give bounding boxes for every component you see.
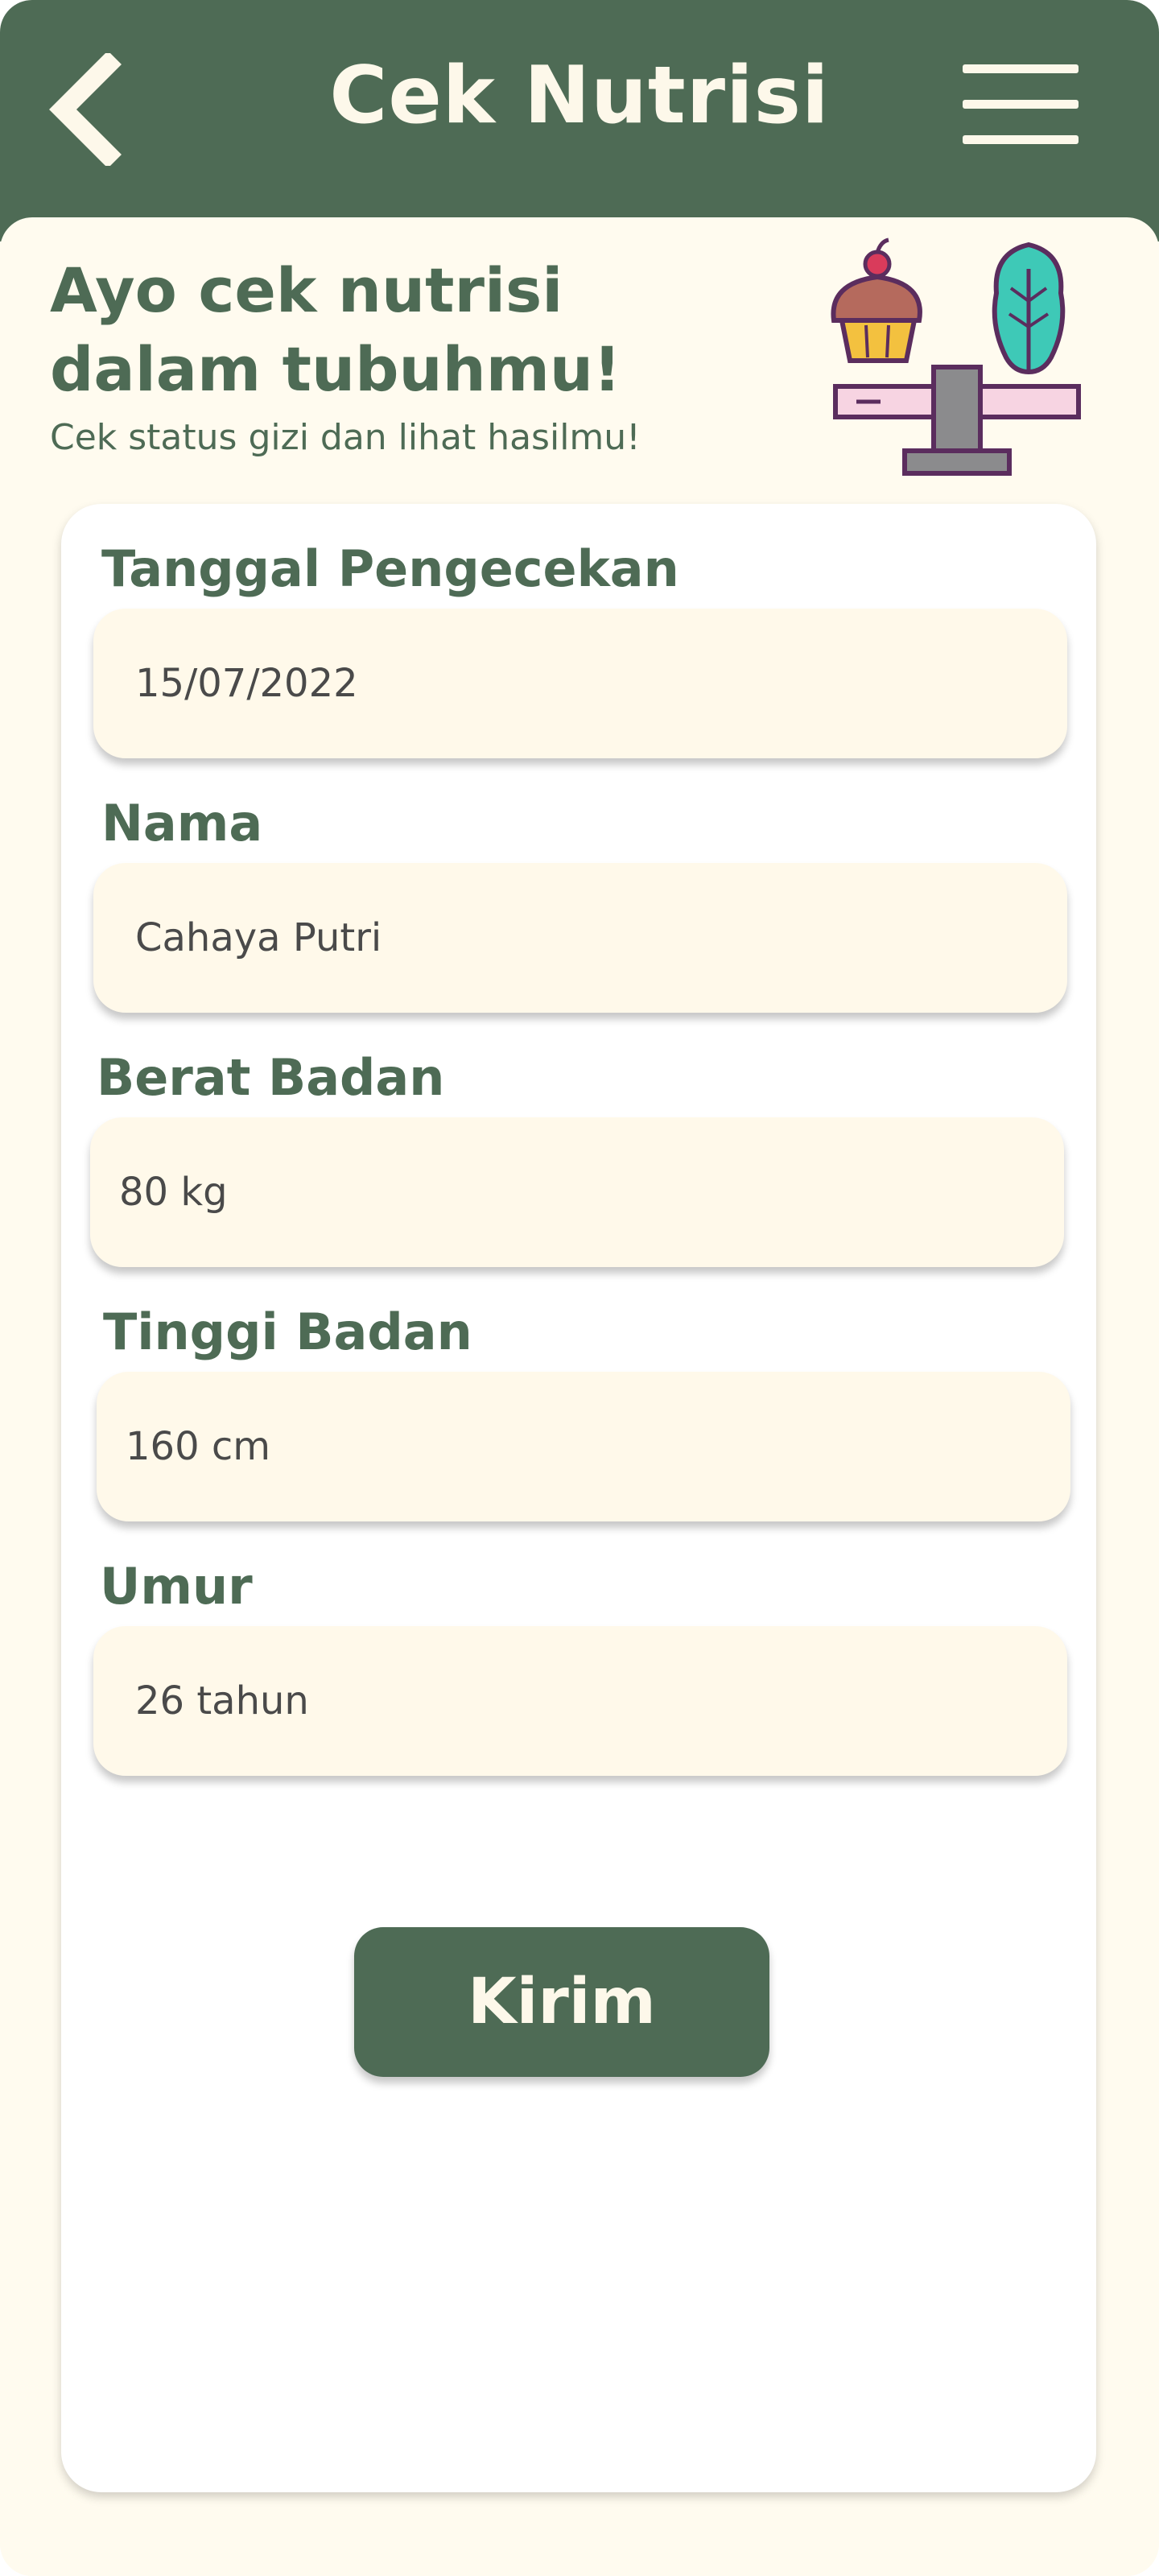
- nutrition-form-card: Tanggal Pengecekan 15/07/2022 Nama Cahay…: [61, 504, 1096, 2492]
- app-screen: Cek Nutrisi Ayo cek nutrisi dalam tubuhm…: [0, 0, 1159, 2576]
- app-header: Cek Nutrisi: [0, 0, 1159, 242]
- date-field[interactable]: 15/07/2022: [93, 609, 1067, 758]
- hamburger-menu-icon: [963, 64, 1079, 73]
- height-label: Tinggi Badan: [103, 1302, 472, 1361]
- intro-subheading: Cek status gizi dan lihat hasilmu!: [50, 417, 641, 458]
- intro-heading: Ayo cek nutrisi dalam tubuhmu!: [50, 254, 621, 405]
- name-label: Nama: [101, 794, 263, 852]
- submit-button[interactable]: Kirim: [354, 1927, 769, 2077]
- weight-label: Berat Badan: [97, 1048, 445, 1107]
- height-field[interactable]: 160 cm: [97, 1372, 1070, 1521]
- age-label: Umur: [100, 1557, 253, 1616]
- menu-button[interactable]: [963, 60, 1079, 148]
- name-field[interactable]: Cahaya Putri: [93, 863, 1067, 1013]
- cupcake-vegetable-scale-icon: [831, 237, 1081, 476]
- age-field[interactable]: 26 tahun: [93, 1626, 1067, 1776]
- weight-field[interactable]: 80 kg: [90, 1117, 1064, 1267]
- date-label: Tanggal Pengecekan: [101, 539, 679, 598]
- main-content: Ayo cek nutrisi dalam tubuhmu! Cek statu…: [0, 217, 1159, 2576]
